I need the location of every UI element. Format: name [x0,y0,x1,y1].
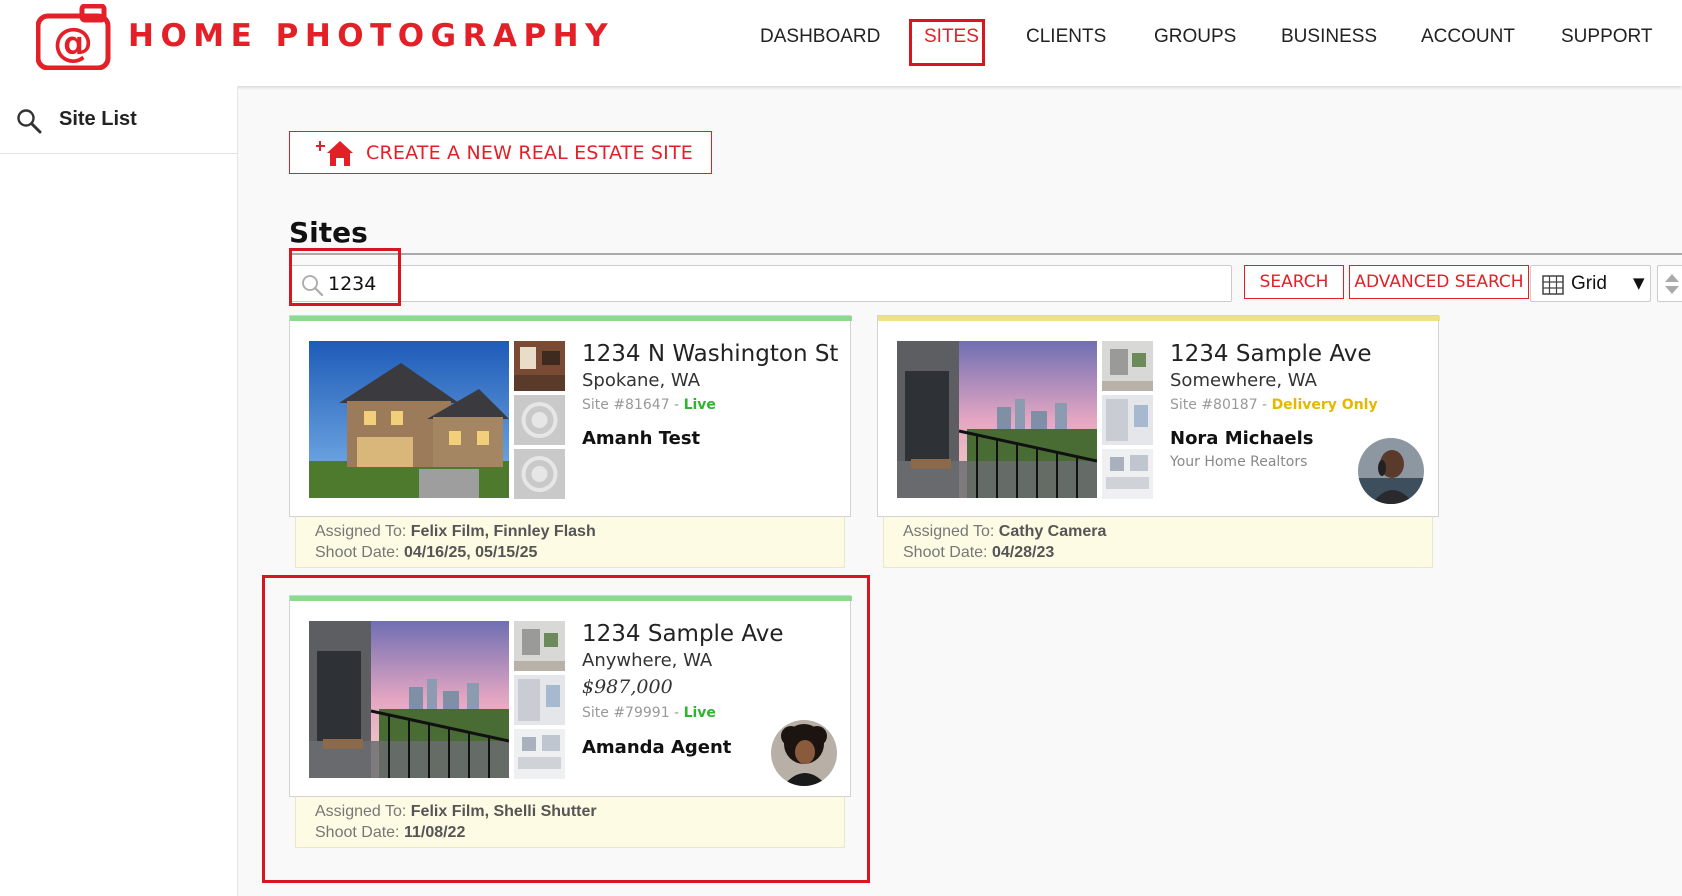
create-site-label: CREATE A NEW REAL ESTATE SITE [366,142,694,164]
assignment-info: Assigned To: Cathy Camera Shoot Date: 04… [883,517,1433,568]
shoot-date: Shoot Date: 04/28/23 [903,544,1054,562]
status-badge: Delivery Only [1271,397,1378,413]
site-card-body[interactable]: 1234 N Washington St Spokane, WA Site #8… [289,315,852,517]
main-nav: DASHBOARD SITES CLIENTS GROUPS BUSINESS … [0,0,1682,86]
view-mode-value: Grid [1571,273,1607,294]
placeholder-thumbnail[interactable] [514,449,565,499]
add-home-icon [316,141,353,166]
assigned-value: Felix Film, Finnley Flash [410,523,596,540]
sidebar: Site List [0,86,238,896]
create-site-button[interactable]: CREATE A NEW REAL ESTATE SITE [289,131,712,174]
title-divider [289,253,1682,255]
sort-arrows-icon [1665,274,1679,294]
site-number-text: Site #81647 - [582,397,680,413]
balcony-photo-icon [897,341,1097,498]
nav-groups[interactable]: GROUPS [1154,26,1236,48]
nav-sites-highlight [909,19,985,66]
nav-support[interactable]: SUPPORT [1561,26,1653,48]
nav-business[interactable]: BUSINESS [1281,26,1377,48]
property-thumbnail[interactable] [514,341,565,391]
shoot-value: 04/16/25, 05/15/25 [403,544,538,561]
status-bar [878,316,1440,321]
agent-name: Nora Michaels [1170,428,1314,449]
site-number: Site #81647 - Live [582,397,716,413]
nav-clients[interactable]: CLIENTS [1026,26,1106,48]
property-main-photo[interactable] [309,341,509,498]
search-icon [17,109,42,134]
caret-down-icon: ▼ [1633,274,1645,292]
search-input-highlight [289,248,401,306]
assigned-label: Assigned To: [903,523,995,540]
property-thumbnail[interactable] [1102,395,1153,445]
placeholder-thumbnail[interactable] [514,395,565,445]
top-header: @ HOME PHOTOGRAPHY DASHBOARD SITES CLIEN… [0,0,1682,86]
nav-account[interactable]: ACCOUNT [1421,26,1515,48]
page-title: Sites [289,216,368,249]
search-input[interactable] [328,269,1208,298]
selected-card-highlight [262,575,870,883]
assigned-to: Assigned To: Cathy Camera [903,523,1106,541]
site-number-text: Site #80187 - [1170,397,1268,413]
assigned-value: Cathy Camera [998,523,1107,540]
assignment-info: Assigned To: Felix Film, Finnley Flash S… [295,517,845,568]
assigned-to: Assigned To: Felix Film, Finnley Flash [315,523,596,541]
sidebar-item-label: Site List [59,108,137,130]
sidebar-item-site-list[interactable]: Site List [0,86,238,154]
avatar [1358,438,1424,504]
agent-company: Your Home Realtors [1170,454,1308,470]
shoot-value: 04/28/23 [991,544,1055,561]
property-main-photo[interactable] [897,341,1097,498]
property-thumbnail[interactable] [1102,341,1153,391]
site-address[interactable]: 1234 N Washington St [582,341,838,367]
shoot-label: Shoot Date: [315,544,400,561]
site-search-bar[interactable] [289,265,1232,302]
shoot-date: Shoot Date: 04/16/25, 05/15/25 [315,544,537,562]
sort-toggle[interactable] [1657,265,1682,302]
shoot-label: Shoot Date: [903,544,988,561]
site-city: Somewhere, WA [1170,370,1317,391]
house-photo-icon [309,341,509,498]
grid-icon [1542,275,1564,295]
aperture-icon [521,456,558,492]
search-button[interactable]: SEARCH [1244,265,1344,299]
status-bar [290,316,852,321]
nav-dashboard[interactable]: DASHBOARD [760,26,880,48]
aperture-icon [521,402,558,438]
advanced-search-button[interactable]: ADVANCED SEARCH [1349,265,1529,299]
agent-avatar-icon [1358,438,1424,504]
assigned-label: Assigned To: [315,523,407,540]
property-thumbnail[interactable] [1102,449,1153,499]
site-city: Spokane, WA [582,370,701,391]
site-number: Site #80187 - Delivery Only [1170,397,1378,413]
view-mode-select[interactable]: Grid ▼ [1530,265,1651,302]
agent-name: Amanh Test [582,428,701,449]
site-address[interactable]: 1234 Sample Ave [1170,341,1372,367]
site-card-body[interactable]: 1234 Sample Ave Somewhere, WA Site #8018… [877,315,1440,517]
status-badge: Live [683,397,716,413]
